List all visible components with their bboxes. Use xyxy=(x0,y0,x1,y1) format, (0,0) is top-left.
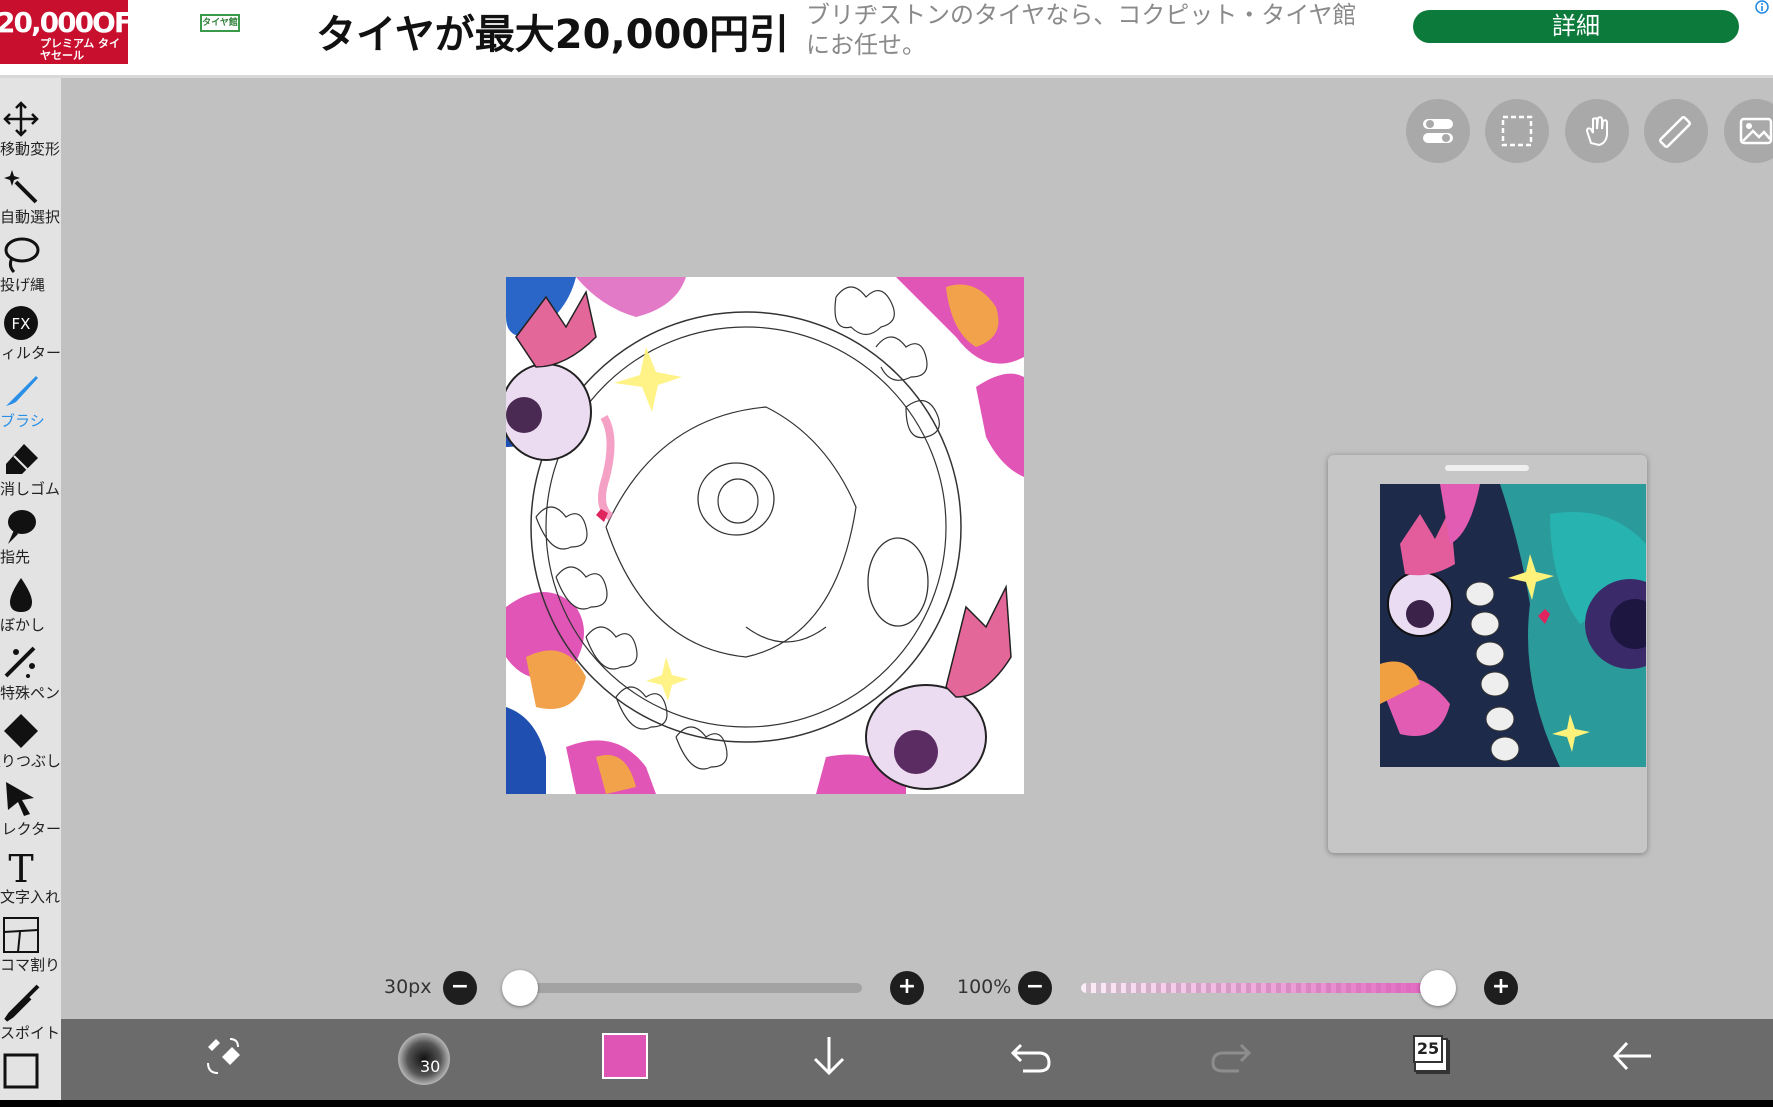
opacity-increase-button[interactable]: + xyxy=(1484,971,1518,1005)
ad-description: ブリヂストンのタイヤなら、コクピット・タイヤ館にお任せ。 xyxy=(806,1,1357,59)
fx-icon: FX xyxy=(2,304,40,342)
reference-image-icon[interactable] xyxy=(1724,99,1773,163)
artwork xyxy=(506,277,1024,794)
svg-text:FX: FX xyxy=(12,315,31,333)
tool-fill[interactable]: 塗りつぶし xyxy=(0,710,61,778)
tool-label: 消しゴム xyxy=(0,480,61,498)
color-swatch[interactable] xyxy=(602,1033,648,1085)
selector-arrow-icon xyxy=(2,780,40,818)
brush-preview-size: 30 xyxy=(420,1057,441,1076)
ruler-icon[interactable] xyxy=(1644,99,1708,163)
info-icon[interactable] xyxy=(1755,0,1771,14)
brush-size-slider-thumb[interactable] xyxy=(502,970,538,1006)
tool-label: ぼかし xyxy=(0,616,46,634)
svg-text:T: T xyxy=(8,848,33,886)
ad-headline[interactable]: タイヤが最大20,000円引 xyxy=(316,2,789,60)
opacity-decrease-button[interactable]: − xyxy=(1018,971,1052,1005)
tool-frame-divider[interactable]: コマ割り xyxy=(0,914,61,982)
tool-label: スポイト xyxy=(0,1024,61,1042)
tool-label: コマ割り xyxy=(0,956,61,974)
tool-label: 移動変形 xyxy=(0,140,61,158)
brush-size-decrease-button[interactable]: − xyxy=(443,971,477,1005)
tool-fx[interactable]: FX フィルター xyxy=(0,302,61,370)
tool-eyedropper[interactable]: スポイト xyxy=(0,982,61,1050)
brush-icon xyxy=(2,372,40,410)
tool-label: ブラシ xyxy=(0,412,45,430)
eraser-icon xyxy=(2,440,40,478)
tool-text[interactable]: T 文字入れ xyxy=(0,846,61,914)
ad-logo: タイヤ館 xyxy=(200,14,240,32)
text-icon: T xyxy=(2,847,40,891)
opacity-slider-thumb[interactable] xyxy=(1420,970,1456,1006)
ad-banner[interactable]: 20,000OFF プレミアム タイヤセール タイヤ館 タイヤが最大20,000… xyxy=(0,0,1773,78)
frame-divider-icon xyxy=(2,916,40,954)
ad-details-button[interactable]: 詳細 xyxy=(1413,10,1739,43)
brush-preview-icon[interactable]: 30 xyxy=(398,1033,450,1085)
navigator-preview[interactable] xyxy=(1380,484,1646,767)
tool-special-pen[interactable]: 特殊ペン xyxy=(0,642,61,710)
tool-label: 特殊ペン xyxy=(0,684,61,702)
redo-icon[interactable] xyxy=(1209,1033,1253,1085)
tool-label: セレクター xyxy=(0,820,61,838)
selection-rect-icon[interactable] xyxy=(1485,99,1549,163)
blur-drop-icon xyxy=(2,576,40,614)
tool-move[interactable]: 移動変形 xyxy=(0,98,61,166)
paint-app: 移動変形自動選択投げ縄 FX フィルターブラシ消しゴム指先ぼかし特殊ペン塗りつぶしセ… xyxy=(0,78,1773,1100)
magic-wand-icon xyxy=(2,168,40,206)
bottom-toolbar: 30 25 xyxy=(61,1019,1773,1100)
tool-label: 自動選択 xyxy=(0,208,61,226)
undo-icon[interactable] xyxy=(1009,1033,1053,1085)
fill-icon xyxy=(2,712,40,750)
brush-size-slider-track[interactable] xyxy=(506,983,862,993)
ad-thumbnail[interactable]: 20,000OFF プレミアム タイヤセール xyxy=(0,0,128,64)
tool-blur-drop[interactable]: ぼかし xyxy=(0,574,61,642)
ad-thumbnail-caption: プレミアム タイヤセール xyxy=(40,37,121,62)
square-icon xyxy=(2,1052,40,1090)
tool-label: 指先 xyxy=(0,548,31,566)
tool-label: 投げ縄 xyxy=(0,276,46,294)
tool-eraser[interactable]: 消しゴム xyxy=(0,438,61,506)
opacity-value: 100% xyxy=(957,976,1012,998)
move-icon xyxy=(2,100,40,138)
tool-brush[interactable]: ブラシ xyxy=(0,370,61,438)
layers-icon[interactable]: 25 xyxy=(1411,1033,1451,1085)
tool-label: 塗りつぶし xyxy=(0,752,61,770)
brush-size-increase-button[interactable]: + xyxy=(890,971,924,1005)
tool-magic-wand[interactable]: 自動選択 xyxy=(0,166,61,234)
toggle-icon[interactable] xyxy=(1406,99,1470,163)
navigator-panel[interactable] xyxy=(1328,455,1647,853)
opacity-slider-track[interactable] xyxy=(1081,983,1452,993)
back-arrow-icon[interactable] xyxy=(1611,1033,1655,1085)
download-arrow-icon[interactable] xyxy=(809,1033,849,1085)
drawing-canvas[interactable] xyxy=(506,277,1024,794)
special-pen-icon xyxy=(2,644,40,682)
tool-palette: 移動変形自動選択投げ縄 FX フィルターブラシ消しゴム指先ぼかし特殊ペン塗りつぶしセ… xyxy=(0,78,61,1100)
brush-size-value: 30px xyxy=(384,976,432,998)
finger-icon xyxy=(2,508,40,546)
tool-lasso[interactable]: 投げ縄 xyxy=(0,234,61,302)
tool-label: 文字入れ xyxy=(0,888,61,906)
layer-count: 25 xyxy=(1413,1035,1443,1063)
transform-tool-icon[interactable] xyxy=(200,1033,246,1085)
tool-label: フィルター xyxy=(0,344,61,362)
hand-icon[interactable] xyxy=(1565,99,1629,163)
eyedropper-icon xyxy=(2,984,40,1022)
tool-finger[interactable]: 指先 xyxy=(0,506,61,574)
tool-square[interactable] xyxy=(0,1050,61,1107)
lasso-icon xyxy=(2,236,40,274)
tool-selector-arrow[interactable]: セレクター xyxy=(0,778,61,846)
ad-thumbnail-discount: 20,000OFF xyxy=(0,6,128,39)
navigator-drag-handle[interactable] xyxy=(1445,465,1529,471)
